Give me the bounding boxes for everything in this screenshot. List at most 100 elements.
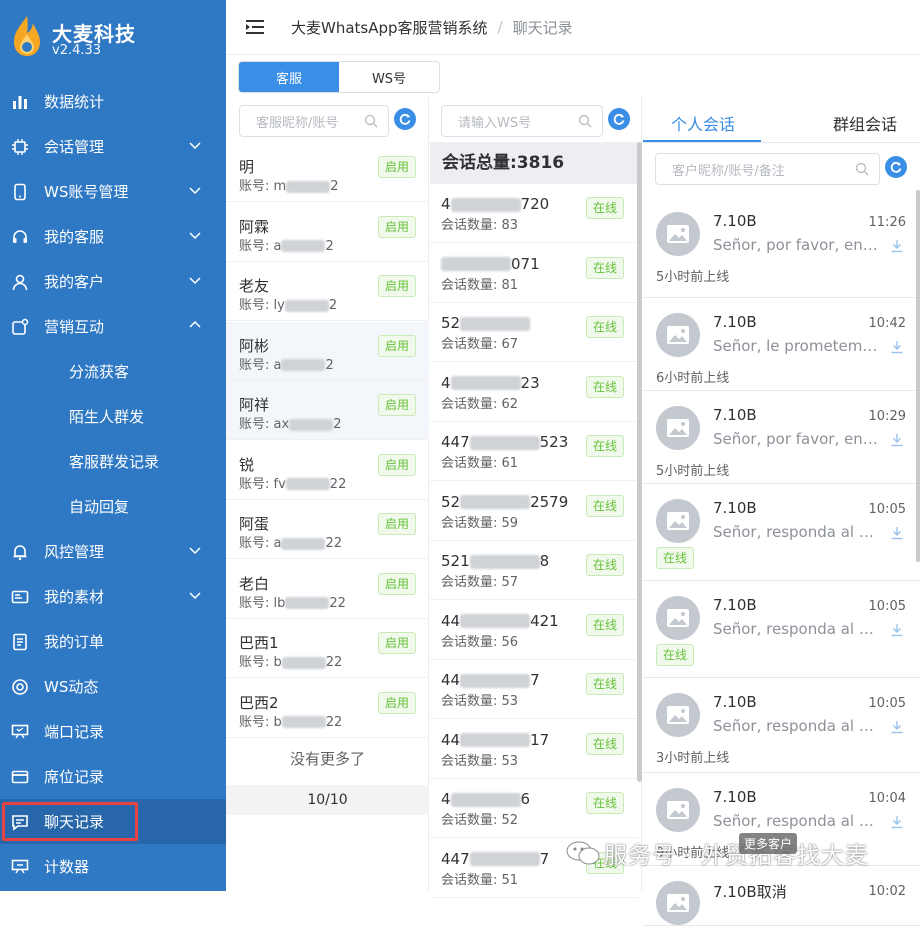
tab-ws[interactable]: WS号 — [339, 62, 439, 92]
agent-list-item[interactable]: 阿祥 账号: ax 2 启用 — [226, 381, 429, 440]
sidebar-item-14[interactable]: 端口记录 — [0, 709, 226, 754]
download-icon[interactable] — [890, 623, 904, 637]
agent-name: 明 — [239, 158, 255, 176]
ws-number: 52 — [441, 314, 531, 332]
sidebar-item-8[interactable]: 客服群发记录 — [0, 439, 226, 484]
message-time: 10:02 — [868, 884, 906, 899]
agent-list-item[interactable]: 老友 账号: ly 2 启用 — [226, 262, 429, 321]
agent-account: 账号: lb 22 — [239, 592, 346, 611]
agent-search-input[interactable]: 客服昵称/账号 — [239, 105, 389, 137]
tab-personal-chat[interactable]: 个人会话 — [671, 111, 735, 135]
sidebar-item-9[interactable]: 自动回复 — [0, 484, 226, 529]
agent-list-item[interactable]: 老白 账号: lb 22 启用 — [226, 560, 429, 619]
ws-list-item[interactable]: 447 523 会话数量: 61 在线 — [430, 422, 638, 481]
sidebar-item-11[interactable]: 我的素材 — [0, 574, 226, 619]
ws-conversation-count: 会话数量: 62 — [441, 396, 519, 412]
ws-number-suffix: 23 — [520, 373, 540, 392]
sidebar-item-label: 风控管理 — [44, 543, 105, 561]
chat-list-item[interactable]: 7.10B 10:05 Señor, responda al m... 在线 — [643, 484, 920, 581]
agent-list-item[interactable]: 阿蛋 账号: a 22 启用 — [226, 500, 429, 559]
online-badge: 在线 — [656, 644, 695, 666]
ws-list-item[interactable]: 52 2579 会话数量: 59 在线 — [430, 482, 638, 541]
download-icon[interactable] — [890, 526, 904, 540]
download-icon[interactable] — [890, 720, 904, 734]
ws-number-prefix: 447 — [441, 849, 470, 868]
chat-list-item[interactable]: 7.10B 10:05 Señor, responda al m... 3小时前上线 — [643, 678, 920, 773]
sidebar-item-7[interactable]: 陌生人群发 — [0, 394, 226, 439]
sidebar-item-3[interactable]: 我的客服 — [0, 214, 226, 259]
chat-refresh-button[interactable] — [885, 156, 907, 178]
ws-number: 52 2579 — [441, 493, 568, 511]
chat-list-item[interactable]: 7.10B 10:42 Señor, le prometemo... 6小时前上线 — [643, 298, 920, 391]
ws-list-item[interactable]: 52 会话数量: 67 在线 — [430, 303, 638, 362]
online-badge: 在线 — [585, 732, 624, 755]
sidebar-item-label: WS动态 — [44, 678, 99, 696]
ws-list-item[interactable]: 071 会话数量: 81 在线 — [430, 244, 638, 303]
agent-account-prefix: 账号: a — [239, 238, 282, 254]
download-icon[interactable] — [890, 433, 904, 447]
sidebar-item-1[interactable]: 会话管理 — [0, 124, 226, 169]
agent-account: 账号: m 2 — [239, 175, 338, 194]
ws-number: 071 — [441, 255, 540, 273]
download-icon[interactable] — [890, 815, 904, 829]
sidebar-item-15[interactable]: 席位记录 — [0, 754, 226, 799]
tab-group-chat[interactable]: 群组会话 — [833, 111, 897, 135]
ws-search-input[interactable]: 请输入WS号 — [441, 105, 603, 137]
ws-list-item[interactable]: 4 720 会话数量: 83 在线 — [430, 184, 638, 243]
breadcrumb-system[interactable]: 大麦WhatsApp客服营销系统 — [291, 17, 488, 38]
sidebar-item-12[interactable]: 我的订单 — [0, 619, 226, 664]
chevron-down-icon — [189, 547, 201, 555]
chat-list-item[interactable]: 7.10B取消 10:02 — [643, 866, 920, 926]
sidebar-item-13[interactable]: WS动态 — [0, 664, 226, 709]
watermark: 服务号 · 外贸拓客找大麦 — [566, 836, 869, 870]
tab-agent[interactable]: 客服 — [239, 62, 339, 92]
sidebar-item-6[interactable]: 分流获客 — [0, 349, 226, 394]
ws-list-item[interactable]: 44 17 会话数量: 53 在线 — [430, 720, 638, 779]
agent-list-item[interactable]: 明账号: m 2 启用 — [226, 143, 429, 202]
customer-name: 7.10B — [713, 499, 757, 517]
menu-toggle-icon[interactable] — [245, 17, 265, 37]
chat-list-item[interactable]: 7.10B 10:05 Señor, responda al m... 在线 — [643, 581, 920, 678]
ws-list-item[interactable]: 4 6 会话数量: 52 在线 — [430, 779, 638, 838]
agent-name: 阿彬 — [239, 336, 270, 355]
status-badge: 启用 — [377, 394, 416, 416]
agent-name: 锐 — [239, 455, 255, 474]
ws-refresh-button[interactable] — [608, 108, 630, 130]
agent-list-item[interactable]: 锐账号: fv 22 启用 — [226, 441, 429, 500]
online-badge: 在线 — [585, 494, 624, 517]
download-icon[interactable] — [890, 239, 904, 253]
agent-list-item[interactable]: 阿霖 账号: a 2 启用 — [226, 203, 429, 262]
ws-conversation-count: 会话数量: 53 — [441, 694, 519, 709]
agent-account: 账号: fv 22 — [239, 473, 346, 492]
agent-account: 账号: a 22 — [239, 532, 342, 551]
ws-scrollbar[interactable] — [637, 142, 642, 782]
agent-list-item[interactable]: 巴西1 账号: b 22 启用 — [226, 619, 429, 678]
chat-scrollbar[interactable] — [916, 190, 920, 562]
default-avatar-icon — [656, 499, 700, 543]
avatar — [656, 788, 700, 832]
chat-list-item[interactable]: 7.10B 10:29 Señor, por favor, enví... 5小时前上… — [643, 391, 920, 484]
sidebar-item-17[interactable]: 计数器 — [0, 844, 226, 889]
agent-list-item[interactable]: 阿彬 账号: a 2 启用 — [226, 321, 429, 381]
agent-pagination[interactable]: 10/10 — [226, 785, 429, 815]
agent-account-prefix: 账号: lb — [239, 595, 286, 611]
sidebar-item-2[interactable]: WS账号管理 — [0, 169, 226, 214]
agent-list-item[interactable]: 巴西2 账号: b 22 启用 — [226, 679, 429, 738]
sidebar-item-0[interactable]: 数据统计 — [0, 79, 226, 124]
customer-name: 7.10B取消 — [713, 883, 787, 901]
sidebar-item-5[interactable]: 营销互动 — [0, 304, 226, 349]
ws-list-item[interactable]: 4 23 会话数量: 62 在线 — [430, 363, 638, 422]
agent-account-suffix: 2 — [325, 357, 334, 373]
agent-refresh-button[interactable] — [394, 108, 416, 130]
ws-list-item[interactable]: 44 7 会话数量: 53 在线 — [430, 660, 638, 719]
ws-list-item[interactable]: 44 421 会话数量: 56 在线 — [430, 601, 638, 660]
presentation-icon — [11, 723, 29, 741]
customer-search-input[interactable]: 客户昵称/账号/备注 — [655, 153, 880, 185]
chat-list-item[interactable]: 7.10B 11:26 Señor, por favor, enví... 5小时前上… — [643, 197, 920, 298]
counter-icon — [11, 858, 29, 876]
download-icon[interactable] — [890, 340, 904, 354]
ws-list-item[interactable]: 521 8 会话数量: 57 在线 — [430, 541, 638, 600]
sidebar-item-10[interactable]: 风控管理 — [0, 529, 226, 574]
sidebar-item-4[interactable]: 我的客户 — [0, 259, 226, 304]
ws-number: 46 — [441, 790, 530, 808]
